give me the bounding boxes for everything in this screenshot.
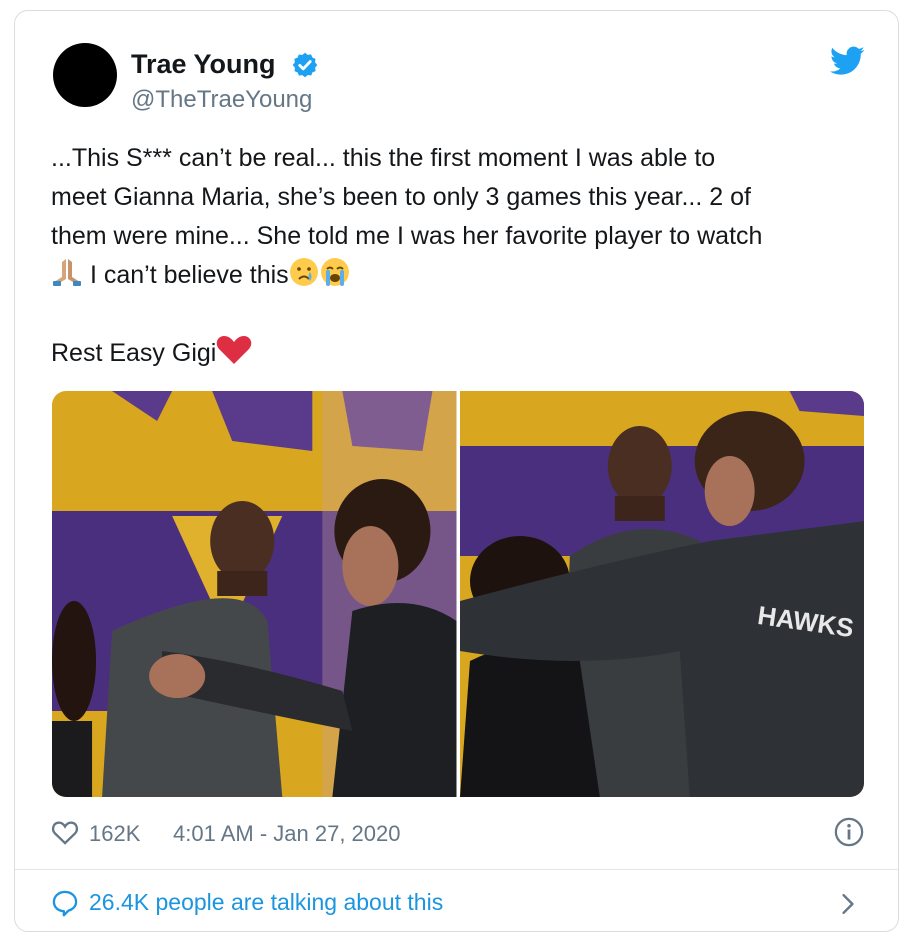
photo-left[interactable] <box>52 391 457 797</box>
verified-badge-icon <box>292 52 318 78</box>
avatar[interactable] <box>53 43 117 107</box>
user-handle[interactable]: @TheTraeYoung <box>131 86 312 114</box>
red-heart-emoji <box>217 336 252 364</box>
tweet-card[interactable]: Trae Young @TheTraeYoung ...This S*** ca… <box>14 10 899 932</box>
photo-right[interactable]: HAWKS <box>459 391 864 797</box>
divider <box>15 869 898 870</box>
tweet-line-text: Rest Easy Gigi <box>51 339 217 367</box>
media-grid[interactable]: HAWKS <box>52 391 864 797</box>
tweet-line: them were mine... She told me I was her … <box>51 222 763 250</box>
timestamp[interactable]: 4:01 AM - Jan 27, 2020 <box>173 821 401 847</box>
praying-hands-emoji <box>53 259 81 286</box>
heart-icon[interactable] <box>51 819 79 845</box>
tweet-line: ...This S*** can’t be real... this the f… <box>51 144 716 172</box>
chat-bubble-icon <box>52 890 78 917</box>
tweet-footer: 162K 4:01 AM - Jan 27, 2020 <box>51 815 868 851</box>
tweet-line: meet Gianna Maria, she’s been to only 3 … <box>51 183 751 211</box>
loudly-crying-face-emoji <box>320 258 349 286</box>
tweet-line-text: I can’t believe this <box>83 261 289 289</box>
tweet-line-emoji: I can’t believe this <box>51 256 871 295</box>
like-count[interactable]: 162K <box>89 821 140 847</box>
conversation-label[interactable]: 26.4K people are talking about this <box>89 889 443 916</box>
crying-face-emoji <box>289 258 318 286</box>
twitter-bird-icon[interactable] <box>830 46 865 76</box>
photo-left-image <box>52 391 457 797</box>
user-name[interactable]: Trae Young <box>131 49 276 80</box>
tweet-spacer <box>51 295 871 334</box>
tweet-text: ...This S*** can’t be real... this the f… <box>51 139 871 373</box>
info-icon[interactable] <box>834 817 864 847</box>
tweet-line-emoji: Rest Easy Gigi <box>51 334 871 373</box>
conversation-link[interactable]: 26.4K people are talking about this <box>51 883 868 923</box>
chevron-right-icon[interactable] <box>840 893 856 915</box>
photo-right-image: HAWKS <box>459 391 864 797</box>
